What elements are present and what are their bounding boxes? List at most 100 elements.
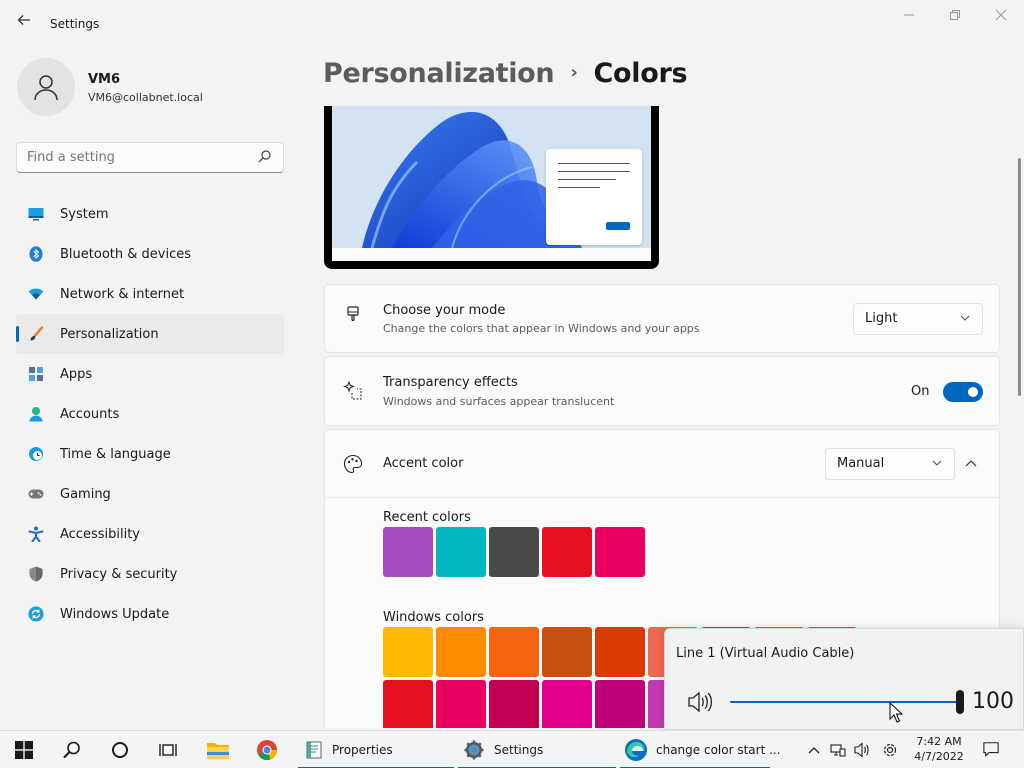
taskbar-app-label: change color start ... (656, 743, 781, 757)
edge-icon (624, 738, 648, 762)
sidebar-item-accessibility[interactable]: Accessibility (16, 514, 284, 554)
sidebar-item-bluetooth[interactable]: Bluetooth & devices (16, 234, 284, 274)
sidebar-item-windows-update[interactable]: Windows Update (16, 594, 284, 634)
sparkle-icon (343, 381, 363, 401)
color-swatch[interactable] (383, 627, 433, 677)
page-title: Colors (593, 58, 688, 89)
chrome-icon[interactable] (255, 738, 279, 762)
color-swatch[interactable] (383, 680, 433, 728)
user-name: VM6 (88, 72, 121, 87)
divider (325, 497, 999, 498)
windows-start-icon[interactable] (12, 738, 36, 762)
sidebar-item-network[interactable]: Network & internet (16, 274, 284, 314)
wifi-icon (28, 286, 44, 302)
preview-window (546, 149, 642, 245)
taskbar-app-properties[interactable]: Properties (298, 731, 454, 768)
chevron-down-icon (932, 449, 942, 479)
sidebar-item-label: Personalization (60, 326, 159, 342)
taskbar-clock[interactable]: 7:42 AM 4/7/2022 (908, 734, 970, 764)
breadcrumb: Personalization › Colors (323, 58, 688, 89)
taskbar-app-edge[interactable]: change color start ... (620, 731, 781, 768)
color-swatch[interactable] (436, 680, 486, 728)
chevron-down-icon (960, 304, 970, 334)
update-icon (28, 606, 44, 622)
accent-dropdown-value: Manual (837, 456, 885, 471)
color-swatch[interactable] (489, 527, 539, 577)
taskbar-app-settings[interactable]: Settings (458, 731, 616, 768)
task-view-icon[interactable] (156, 738, 180, 762)
close-button[interactable] (979, 6, 1023, 28)
sidebar-item-label: Gaming (60, 486, 111, 502)
sidebar-item-apps[interactable]: Apps (16, 354, 284, 394)
color-swatch[interactable] (383, 527, 433, 577)
color-swatch[interactable] (436, 627, 486, 677)
sidebar-item-label: Network & internet (60, 286, 185, 302)
transparency-title: Transparency effects (383, 375, 518, 390)
app-title: Settings (50, 17, 100, 31)
color-swatch[interactable] (542, 527, 592, 577)
choose-mode-card: Choose your mode Change the colors that … (324, 284, 1000, 353)
bluetooth-icon (28, 246, 44, 262)
clock-date: 4/7/2022 (914, 750, 964, 763)
sidebar-item-time-language[interactable]: Time & language (16, 434, 284, 474)
transparency-toggle[interactable] (943, 382, 983, 402)
speaker-icon[interactable] (687, 691, 713, 713)
volume-flyout: Line 1 (Virtual Audio Cable) 100 (664, 628, 1024, 730)
preview-taskbar (332, 248, 651, 261)
sidebar-item-personalization[interactable]: Personalization (16, 314, 284, 354)
accent-dropdown[interactable]: Manual (825, 448, 955, 480)
system-icon (28, 206, 44, 222)
color-swatch[interactable] (489, 627, 539, 677)
back-arrow-icon[interactable] (14, 12, 34, 32)
transparency-subtitle: Windows and surfaces appear translucent (383, 395, 615, 408)
mode-dropdown[interactable]: Light (853, 303, 983, 335)
color-swatch[interactable] (436, 527, 486, 577)
search-input[interactable] (16, 142, 284, 173)
volume-value: 100 (972, 689, 1014, 714)
color-swatch[interactable] (595, 627, 645, 677)
settings-icon[interactable] (882, 742, 898, 758)
minimize-button[interactable] (887, 6, 931, 28)
paintbrush-icon (343, 306, 363, 326)
taskbar: Properties Settings change color start .… (0, 730, 1024, 768)
accounts-icon (28, 406, 44, 422)
sidebar-item-accounts[interactable]: Accounts (16, 394, 284, 434)
recent-colors-label: Recent colors (383, 510, 471, 525)
volume-slider-thumb[interactable] (956, 690, 964, 714)
audio-device-name: Line 1 (Virtual Audio Cable) (676, 646, 855, 661)
clock-time: 7:42 AM (916, 735, 962, 748)
taskbar-app-label: Settings (494, 743, 544, 757)
settings-gear-icon (464, 739, 486, 761)
chevron-up-icon[interactable] (965, 456, 981, 472)
color-swatch[interactable] (542, 680, 592, 728)
gamepad-icon (28, 486, 44, 502)
search-icon[interactable] (60, 738, 84, 762)
color-swatch[interactable] (595, 527, 645, 577)
breadcrumb-parent[interactable]: Personalization (323, 58, 555, 89)
maximize-button[interactable] (933, 6, 977, 28)
title-bar: Settings (0, 0, 1024, 48)
properties-icon (306, 740, 324, 760)
sidebar-item-privacy[interactable]: Privacy & security (16, 554, 284, 594)
sidebar-item-system[interactable]: System (16, 194, 284, 234)
accent-title: Accent color (383, 456, 464, 471)
network-icon[interactable] (830, 742, 846, 758)
cortana-icon[interactable] (108, 738, 132, 762)
scrollbar[interactable] (1018, 158, 1021, 396)
volume-icon[interactable] (854, 742, 870, 758)
mode-title: Choose your mode (383, 303, 506, 318)
taskbar-app-label: Properties (332, 743, 393, 757)
avatar[interactable] (17, 58, 75, 116)
search-icon[interactable] (257, 149, 273, 165)
color-swatch[interactable] (542, 627, 592, 677)
color-swatch[interactable] (595, 680, 645, 728)
color-swatch[interactable] (489, 680, 539, 728)
sidebar-item-label: Bluetooth & devices (60, 246, 191, 262)
tray-chevron-up-icon[interactable] (806, 742, 822, 758)
toggle-knob (968, 387, 978, 397)
sidebar-item-gaming[interactable]: Gaming (16, 474, 284, 514)
file-explorer-icon[interactable] (206, 738, 230, 762)
volume-slider-track[interactable] (730, 701, 960, 703)
windows-colors-label: Windows colors (383, 610, 484, 625)
notification-icon[interactable] (983, 741, 999, 757)
